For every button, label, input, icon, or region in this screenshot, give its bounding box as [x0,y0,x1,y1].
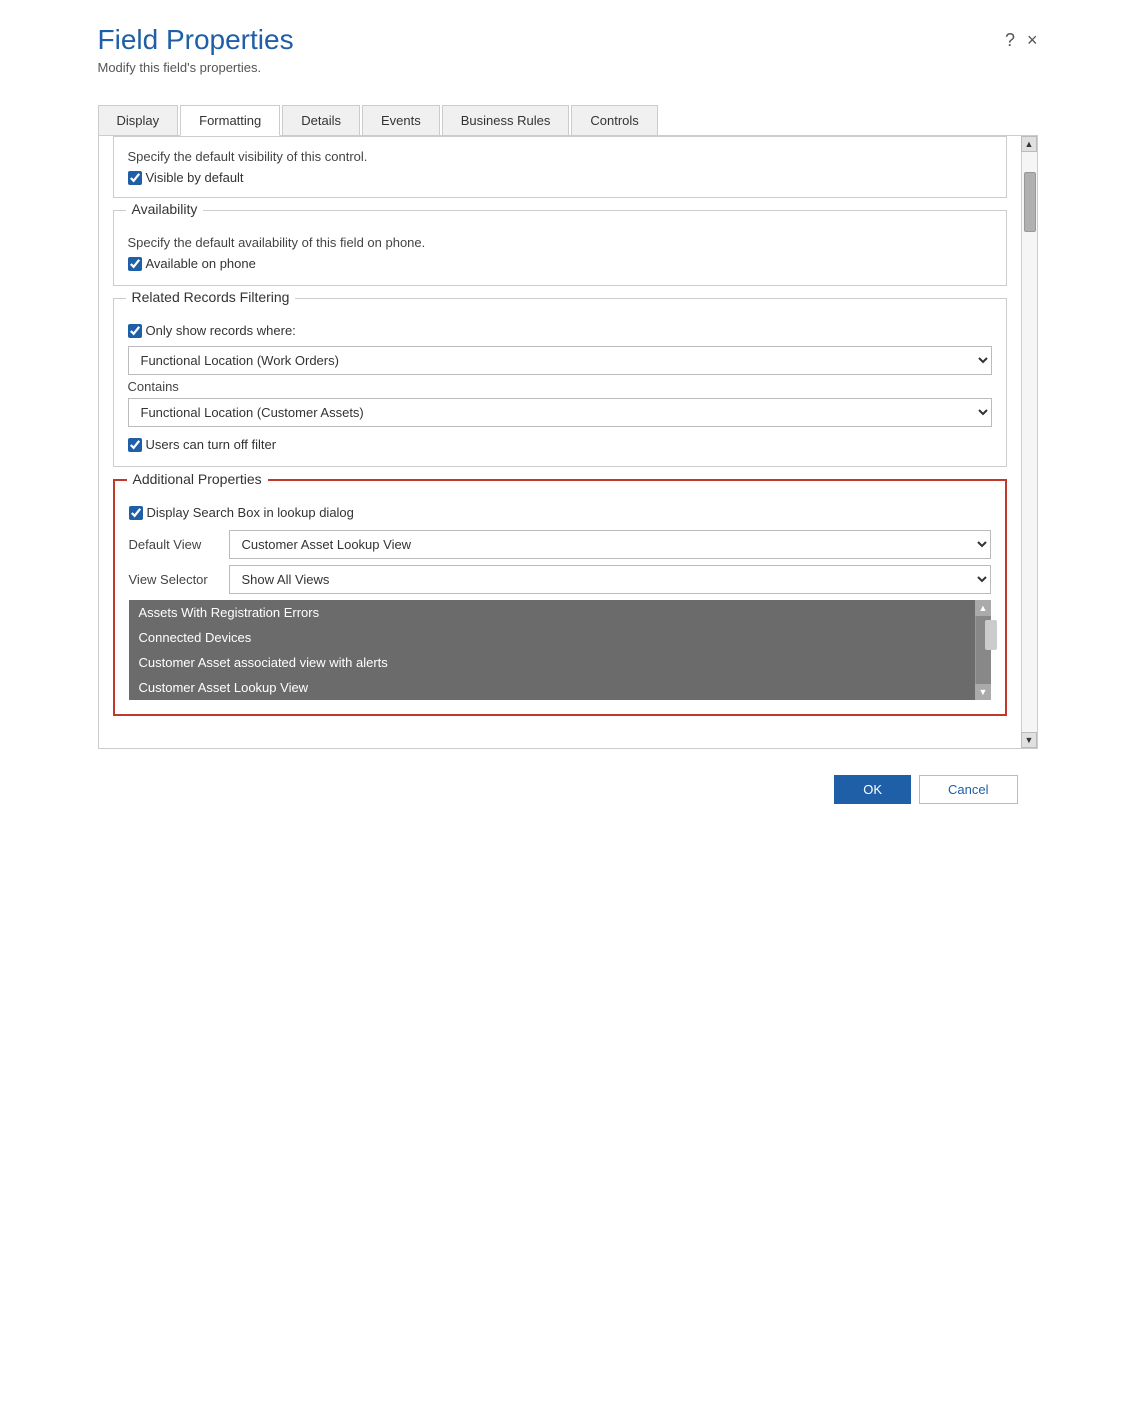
visibility-desc: Specify the default visibility of this c… [128,149,992,164]
tab-business-rules[interactable]: Business Rules [442,105,570,135]
list-item[interactable]: Connected Devices [129,625,975,650]
only-show-records-label: Only show records where: [146,323,296,338]
scroll-up-arrow[interactable]: ▲ [1021,136,1037,152]
view-selector-dropdown[interactable]: Show All Views [229,565,991,594]
availability-section: Availability Specify the default availab… [113,210,1007,286]
default-view-dropdown[interactable]: Customer Asset Lookup View [229,530,991,559]
tab-formatting[interactable]: Formatting [180,105,280,136]
only-show-records-row[interactable]: Only show records where: [128,323,992,338]
list-item[interactable]: Assets With Registration Errors [129,600,975,625]
users-turn-off-filter-label: Users can turn off filter [146,437,277,452]
dropdown-scroll-down[interactable]: ▼ [975,684,991,700]
ok-button[interactable]: OK [834,775,911,804]
dropdown-scroll-up[interactable]: ▲ [975,600,991,616]
visibility-section: Specify the default visibility of this c… [113,136,1007,198]
only-show-records-checkbox[interactable] [128,324,142,338]
scroll-down-arrow[interactable]: ▼ [1021,732,1037,748]
tab-details[interactable]: Details [282,105,360,135]
view-selector-label: View Selector [129,572,219,587]
additional-properties-legend: Additional Properties [127,471,268,487]
available-on-phone-checkbox[interactable] [128,257,142,271]
cancel-button[interactable]: Cancel [919,775,1017,804]
related-records-legend: Related Records Filtering [126,289,296,305]
dialog-title: Field Properties [98,24,294,56]
tab-events[interactable]: Events [362,105,440,135]
tab-display[interactable]: Display [98,105,179,135]
available-on-phone-row[interactable]: Available on phone [128,256,992,271]
tabs-bar: Display Formatting Details Events Busine… [98,105,1038,136]
close-icon[interactable]: × [1027,30,1038,51]
availability-legend: Availability [126,201,204,217]
help-icon[interactable]: ? [1005,30,1015,51]
contains-label: Contains [128,379,992,394]
main-scrollbar[interactable]: ▲ ▼ [1021,136,1037,748]
visible-by-default-row[interactable]: Visible by default [128,170,992,185]
view-dropdown-list: Assets With Registration Errors Connecte… [129,600,991,700]
dialog-footer: OK Cancel [98,759,1038,820]
users-turn-off-filter-row[interactable]: Users can turn off filter [128,437,992,452]
availability-desc: Specify the default availability of this… [128,235,992,250]
users-turn-off-filter-checkbox[interactable] [128,438,142,452]
display-search-box-row[interactable]: Display Search Box in lookup dialog [129,505,991,520]
related-records-section: Related Records Filtering Only show reco… [113,298,1007,467]
available-on-phone-label: Available on phone [146,256,256,271]
visible-by-default-label: Visible by default [146,170,244,185]
dialog-subtitle: Modify this field's properties. [98,60,294,75]
default-view-label: Default View [129,537,219,552]
display-search-box-label: Display Search Box in lookup dialog [147,505,354,520]
list-item[interactable]: Customer Asset associated view with aler… [129,650,975,675]
display-search-box-checkbox[interactable] [129,506,143,520]
visible-by-default-checkbox[interactable] [128,171,142,185]
work-orders-dropdown[interactable]: Functional Location (Work Orders) [128,346,992,375]
tab-controls[interactable]: Controls [571,105,657,135]
customer-assets-dropdown[interactable]: Functional Location (Customer Assets) [128,398,992,427]
list-item[interactable]: Customer Asset Lookup View [129,675,975,700]
additional-properties-section: Additional Properties Display Search Box… [113,479,1007,716]
